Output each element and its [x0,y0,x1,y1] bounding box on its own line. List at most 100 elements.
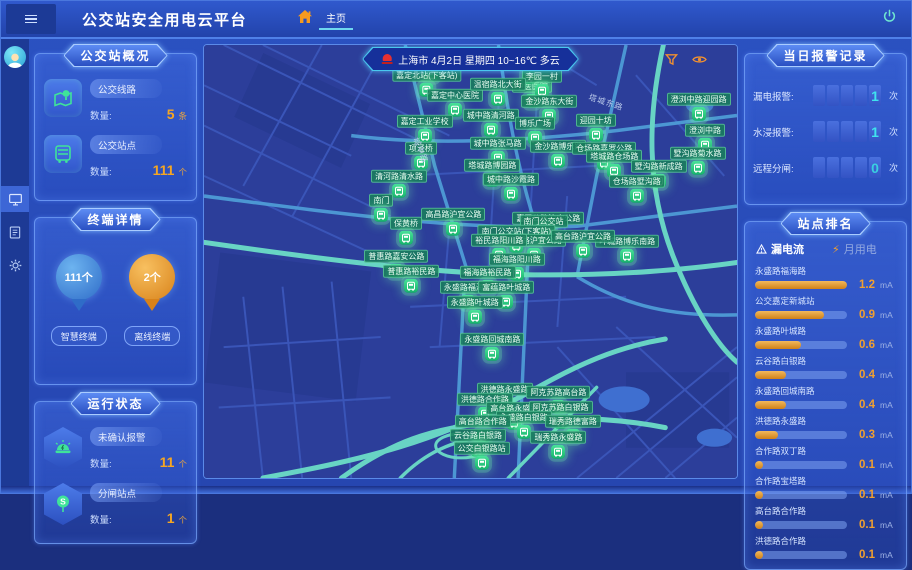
map-marker[interactable]: 城中路清河路 [463,109,519,137]
sidebar-item-reports[interactable] [1,219,29,245]
ranking-bar-track [755,521,847,529]
map-marker-label: 高昌路沪宜公路 [421,208,485,221]
ranking-value: 0.4 [852,369,875,381]
power-button[interactable] [882,9,897,29]
map-marker-label: 永盛路回城南路 [460,333,524,346]
map-marker[interactable]: 保黄桥 [390,217,422,245]
ranking-value: 0.9 [852,309,875,321]
ranking-row: 永盛路福海路 1.2 mA [755,265,896,291]
ranking-station-name: 合作路双丁路 [755,445,896,457]
map-marker[interactable]: 永盛路叶城路 [447,296,503,324]
ranking-row: 永盛路回城南路 0.4 mA [755,385,896,411]
map-marker[interactable]: 迎园十坊 [576,113,616,141]
bus-marker-icon [551,153,565,167]
map-marker[interactable]: 永盛路回城南路 [460,333,524,361]
map-marker-label: 福海路裕民路 [460,265,516,278]
ranking-unit: mA [880,550,896,560]
digit-boxes: 0 [813,157,881,178]
count-value: 1 [167,510,175,526]
map-marker[interactable]: 嘉定工业学校 [397,114,453,142]
ranking-station-name: 高台路合作路 [755,505,896,517]
ranking-bar-fill [755,371,786,379]
map-marker-label: 裕民路阳川路 [471,234,527,247]
bus-marker-icon [551,444,565,458]
right-column: 当日报警记录 漏电报警: 1 次 水浸报警: 1 [744,44,907,479]
bus-marker-icon [485,347,499,361]
ranking-unit: mA [880,370,896,380]
ranking-bar-fill [755,341,801,349]
map-marker-label: 永盛路叶城路 [447,296,503,309]
status-item-alarms: 未确认报警 数量: 11 个 [44,427,187,470]
ranking-unit: mA [880,490,896,500]
ranking-bar-fill [755,401,786,409]
map-marker[interactable]: 高昌路沪宜公路 [421,208,485,236]
alarm-row-remote-switch: 远程分闸: 0 次 [753,157,898,178]
map-marker-label: 普惠路嘉安公路 [364,249,428,262]
ranking-unit: mA [880,340,896,350]
panel-title: 站点排名 [781,213,869,234]
panel-terminal-details: 终端详情 111个 智慧终端 2个 离线终端 [34,217,197,385]
map-marker[interactable]: 温宿路北大街 [470,78,526,106]
ranking-list: 永盛路福海路 1.2 mA 公交嘉定新城站 0.9 mA 永盛路叶城路 0.6 … [755,265,896,561]
ranking-value: 0.1 [852,519,875,531]
map-marker-label: 清河路清水路 [371,170,427,183]
map-marker-label: 公交白银路站 [454,442,510,455]
nav-home[interactable]: 主页 [297,1,353,37]
tab-monthly-power[interactable]: ⚡ 月用电 [832,241,877,257]
ranking-value: 0.1 [852,489,875,501]
alarm-label: 水浸报警: [753,125,794,139]
ranking-row: 洪德路永盛路 0.3 mA [755,415,896,441]
map-marker-label: 保黄桥 [390,217,422,230]
sidebar-item-settings[interactable] [1,252,29,278]
alarm-row-flood: 水浸报警: 1 次 [753,121,898,142]
ranking-row: 合作路双丁路 0.1 mA [755,445,896,471]
ranking-value: 0.3 [852,429,875,441]
map-canvas[interactable]: 上海市 4月2日 星期四 10~16℃ 多云 嘉定北站 嘉定北站(下客站) 嘉定… [203,44,738,479]
alarm-row-leakage: 漏电报警: 1 次 [753,85,898,106]
map-marker-label: 南门 [369,194,393,207]
count-unit: 个 [178,166,187,178]
power-icon [882,9,897,29]
digit-boxes: 1 [813,121,881,142]
weather-text: 上海市 4月2日 星期四 10~16℃ 多云 [398,52,560,67]
ranking-bar-track [755,551,847,559]
user-avatar[interactable] [4,46,26,68]
alarm-unit: 次 [885,89,898,102]
ranking-station-name: 洪德路永盛路 [755,415,896,427]
map-marker[interactable]: 城中路沙霞路 [483,173,539,201]
menu-button[interactable] [6,4,56,34]
tab-leakage-current[interactable]: 漏电流 [756,241,804,257]
app-window: 公交站安全用电云平台 主页 [0,0,912,494]
bus-marker-icon [399,231,413,245]
ranking-unit: mA [880,280,896,290]
map-marker[interactable]: 仓场路墅沟路 [609,175,665,203]
bus-marker-icon [517,425,531,439]
map-marker-label: 富蕴路叶城路 [478,281,534,294]
terminal-label: 离线终端 [124,326,180,346]
map-marker-label: 博乐广场 [515,116,555,129]
map-marker-label: 阿克苏路高台路 [526,385,590,398]
sidebar-item-dashboard[interactable] [1,186,29,212]
ranking-row: 洪德路合作路 0.1 mA [755,535,896,561]
ranking-value: 1.2 [852,279,875,291]
ranking-value: 0.4 [852,399,875,411]
eye-icon[interactable] [692,53,707,71]
bus-marker-icon [504,187,518,201]
route-pin-icon [44,79,82,117]
monitor-icon [8,192,23,207]
count-label: 数量: [90,108,112,122]
ranking-station-name: 永盛路福海路 [755,265,896,277]
map-marker[interactable]: 普惠路裕民路 [383,265,439,293]
map-marker[interactable]: 澄浏中路迎园路 [667,93,731,121]
map-marker[interactable]: 瑞秀路永盛路 [530,430,586,458]
map-marker-label: 仓场路墅沟路 [609,175,665,188]
map-markers-layer: 嘉定北站 嘉定北站(下客站) 嘉定中心医院 中医医院 李园二村 李园一村 温宿路… [204,45,737,478]
map-marker[interactable]: 公交白银路站 [454,442,510,470]
filter-icon[interactable] [665,53,678,71]
map-marker[interactable]: 高台路沪宜公路 [551,230,615,258]
bus-marker-icon [620,249,634,263]
terminal-count-balloon: 2个 [129,254,175,300]
map-marker-label: 澄浏中路 [685,124,725,137]
count-label: 数量: [90,512,112,526]
ranking-station-name: 永盛路回城南路 [755,385,896,397]
